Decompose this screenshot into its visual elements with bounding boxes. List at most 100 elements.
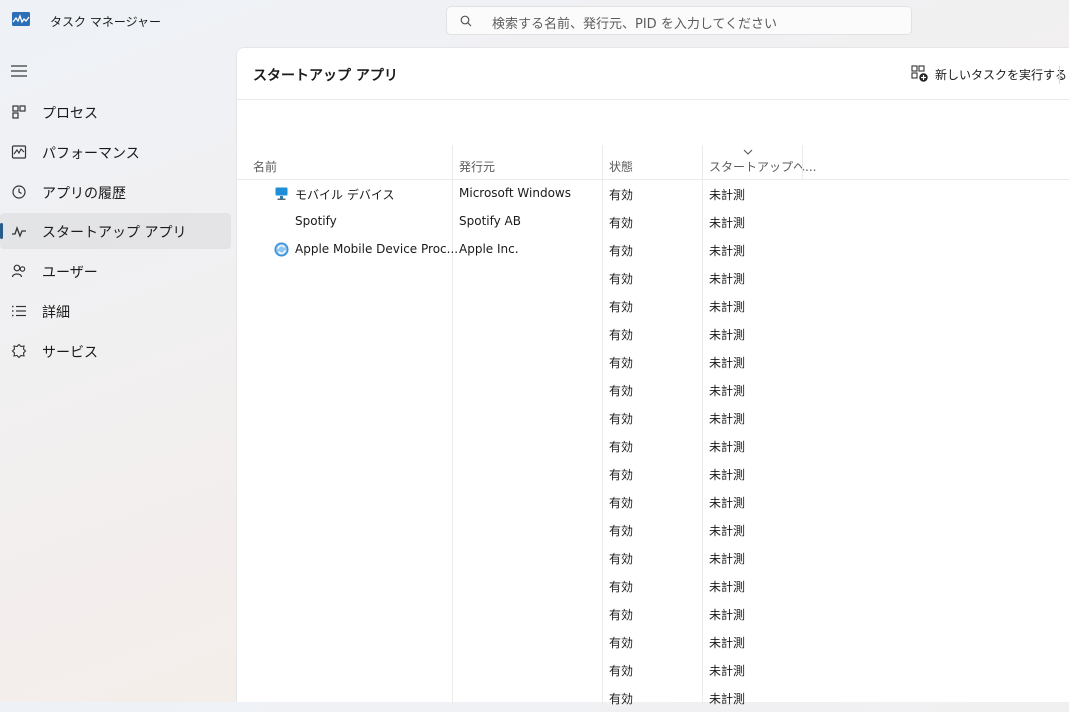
- column-header-status[interactable]: 状態: [609, 158, 633, 175]
- search-icon: [460, 15, 472, 27]
- table-row[interactable]: 有効 未計測: [237, 600, 1069, 628]
- table-row[interactable]: Spotify Spotify AB 有効 未計測: [237, 208, 1069, 236]
- row-startup-impact: 未計測: [709, 608, 746, 622]
- row-name: モバイル デバイス: [295, 188, 395, 202]
- run-new-task-label: 新しいタスクを実行する: [935, 68, 1068, 82]
- table-row[interactable]: 有効 未計測: [237, 684, 1069, 712]
- row-startup-impact: 未計測: [709, 188, 746, 202]
- table-row[interactable]: 有効 未計測: [237, 516, 1069, 544]
- row-status: 有効: [609, 580, 634, 594]
- table-row[interactable]: 有効 未計測: [237, 656, 1069, 684]
- sidebar-item-label: アプリの履歴: [42, 186, 126, 202]
- table-row[interactable]: 有効 未計測: [237, 376, 1069, 404]
- table-row[interactable]: 有効 未計測: [237, 432, 1069, 460]
- row-publisher: Apple Inc.: [459, 242, 519, 256]
- row-status: 有効: [609, 468, 634, 482]
- sort-descending-icon: [743, 149, 753, 155]
- row-publisher: Microsoft Windows: [459, 186, 571, 200]
- app-title: タスク マネージャー: [50, 15, 161, 29]
- processes-icon: [12, 105, 26, 119]
- mobile-device-icon: [275, 187, 288, 200]
- active-indicator: [0, 223, 3, 239]
- sidebar: プロセス パフォーマンス アプリの履歴 スタートアップ アプリ ユーザー 詳細 …: [0, 44, 236, 702]
- row-startup-impact: 未計測: [709, 328, 746, 342]
- row-startup-impact: 未計測: [709, 580, 746, 594]
- header-divider: [237, 99, 1069, 100]
- row-status: 有効: [609, 328, 634, 342]
- row-status: 有効: [609, 664, 634, 678]
- table-row[interactable]: 有効 未計測: [237, 348, 1069, 376]
- row-status: 有効: [609, 636, 634, 650]
- row-status: 有効: [609, 412, 634, 426]
- table-row[interactable]: 有効 未計測: [237, 544, 1069, 572]
- row-startup-impact: 未計測: [709, 300, 746, 314]
- sidebar-item-label: ユーザー: [42, 265, 98, 281]
- row-startup-impact: 未計測: [709, 440, 746, 454]
- sidebar-item-label: プロセス: [42, 106, 98, 122]
- row-status: 有効: [609, 300, 634, 314]
- row-status: 有効: [609, 356, 634, 370]
- row-startup-impact: 未計測: [709, 412, 746, 426]
- row-status: 有効: [609, 272, 634, 286]
- table-row[interactable]: 有効 未計測: [237, 572, 1069, 600]
- table-row[interactable]: 有効 未計測: [237, 320, 1069, 348]
- sidebar-item-startup-apps[interactable]: スタートアップ アプリ: [0, 213, 231, 249]
- performance-icon: [11, 145, 27, 159]
- hamburger-menu-icon[interactable]: [10, 64, 28, 78]
- column-header-name[interactable]: 名前: [253, 158, 277, 175]
- sidebar-item-details[interactable]: 詳細: [0, 293, 231, 329]
- details-icon: [12, 305, 26, 317]
- toolbar-divider: [1059, 66, 1060, 84]
- table-row[interactable]: Apple Mobile Device Proc... Apple Inc. 有…: [237, 236, 1069, 264]
- search-box[interactable]: 検索する名前、発行元、PID を入力してください: [446, 6, 912, 35]
- row-startup-impact: 未計測: [709, 272, 746, 286]
- row-status: 有効: [609, 552, 634, 566]
- task-manager-icon: [12, 12, 30, 26]
- sidebar-item-label: パフォーマンス: [42, 146, 140, 162]
- apple-sync-icon: [274, 242, 289, 257]
- row-startup-impact: 未計測: [709, 356, 746, 370]
- row-status: 有効: [609, 188, 634, 202]
- sidebar-item-label: 詳細: [42, 305, 70, 321]
- row-status: 有効: [609, 216, 634, 230]
- column-header-publisher[interactable]: 発行元: [459, 158, 495, 175]
- startup-icon: [12, 226, 26, 238]
- sidebar-item-processes[interactable]: プロセス: [0, 94, 231, 130]
- sidebar-item-app-history[interactable]: アプリの履歴: [0, 174, 231, 210]
- table-row[interactable]: 有効 未計測: [237, 292, 1069, 320]
- row-startup-impact: 未計測: [709, 552, 746, 566]
- services-icon: [11, 343, 27, 359]
- table-row[interactable]: 有効 未計測: [237, 628, 1069, 656]
- row-startup-impact: 未計測: [709, 216, 746, 230]
- table-row[interactable]: 有効 未計測: [237, 264, 1069, 292]
- row-status: 有効: [609, 608, 634, 622]
- row-startup-impact: 未計測: [709, 524, 746, 538]
- table-row[interactable]: モバイル デバイス Microsoft Windows 有効 未計測: [237, 180, 1069, 208]
- row-name: Apple Mobile Device Proc...: [295, 242, 459, 256]
- row-publisher: Spotify AB: [459, 214, 521, 228]
- new-task-icon: [911, 65, 928, 82]
- title-bar: タスク マネージャー 検索する名前、発行元、PID を入力してください: [0, 0, 1069, 44]
- column-header-startup-impact[interactable]: スタートアップへ...: [709, 158, 816, 175]
- search-input[interactable]: 検索する名前、発行元、PID を入力してください: [492, 13, 777, 32]
- sidebar-item-users[interactable]: ユーザー: [0, 253, 231, 289]
- row-status: 有効: [609, 384, 634, 398]
- main-panel: スタートアップ アプリ 新しいタスクを実行する 名前 発行元 状態 スタートアッ…: [236, 47, 1069, 706]
- row-startup-impact: 未計測: [709, 468, 746, 482]
- row-startup-impact: 未計測: [709, 244, 746, 258]
- row-startup-impact: 未計測: [709, 692, 746, 706]
- table-row[interactable]: 有効 未計測: [237, 404, 1069, 432]
- column-divider[interactable]: [802, 145, 803, 179]
- row-status: 有効: [609, 244, 634, 258]
- row-status: 有効: [609, 692, 634, 706]
- table-row[interactable]: 有効 未計測: [237, 460, 1069, 488]
- sidebar-item-performance[interactable]: パフォーマンス: [0, 134, 231, 170]
- row-name: Spotify: [295, 214, 337, 228]
- row-status: 有効: [609, 440, 634, 454]
- table-row[interactable]: 有効 未計測: [237, 488, 1069, 516]
- row-startup-impact: 未計測: [709, 384, 746, 398]
- row-startup-impact: 未計測: [709, 664, 746, 678]
- sidebar-item-label: スタートアップ アプリ: [42, 225, 187, 241]
- sidebar-item-services[interactable]: サービス: [0, 333, 231, 369]
- row-status: 有効: [609, 496, 634, 510]
